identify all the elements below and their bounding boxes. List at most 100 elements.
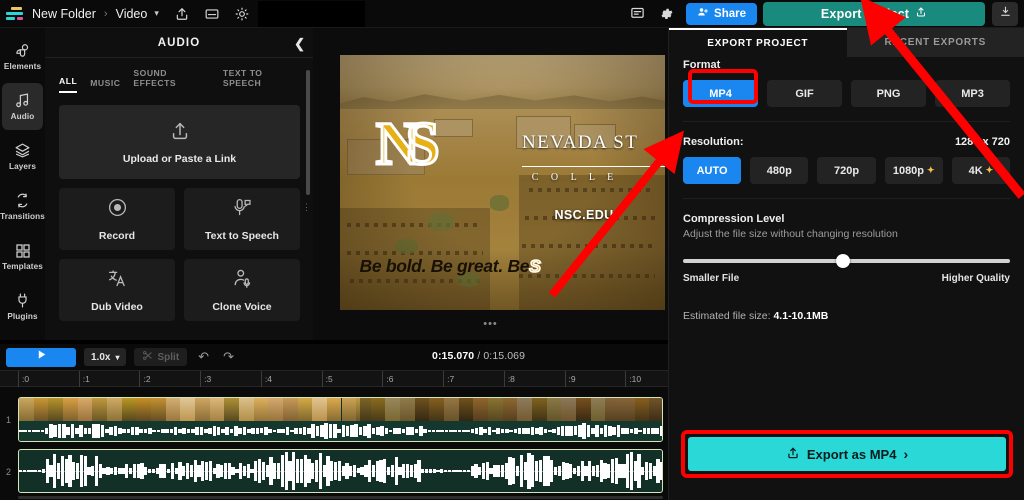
waveform-bar <box>384 427 389 435</box>
brightness-icon[interactable] <box>227 0 257 28</box>
chevron-down-icon[interactable]: ▾ <box>154 8 159 19</box>
estimated-file-size: Estimated file size: 4.1-10.1MB <box>683 310 1010 322</box>
resolution-auto[interactable]: AUTO <box>683 157 742 184</box>
format-png[interactable]: PNG <box>851 80 926 107</box>
waveform-bar <box>311 462 315 480</box>
waveform-bar <box>487 427 492 435</box>
sidebar-item-transitions[interactable]: Transitions <box>0 183 45 230</box>
ruler-tick: :2 <box>139 371 151 388</box>
tab-text-to-speech[interactable]: TEXT TO SPEECH <box>223 68 301 93</box>
clone-voice-button[interactable]: Clone Voice <box>184 259 300 321</box>
waveform-bar <box>320 425 324 437</box>
tab-music[interactable]: MUSIC <box>90 78 120 93</box>
waveform-bar <box>375 461 379 481</box>
resolution-720p[interactable]: 720p <box>817 157 876 184</box>
export-project-button[interactable]: Export Project <box>763 1 985 26</box>
waveform-bar <box>398 466 402 476</box>
waveform-bar <box>91 465 95 477</box>
overlay-tagline: Be bold. Be great. BeS <box>359 256 542 278</box>
chevron-left-icon[interactable]: ❮ <box>294 36 305 52</box>
play-button[interactable] <box>6 347 76 367</box>
sidebar-item-layers[interactable]: Layers <box>2 133 43 180</box>
waveform-bar <box>135 427 139 435</box>
person-mic-icon <box>232 268 253 294</box>
gear-icon[interactable] <box>652 0 682 28</box>
waveform-bar <box>641 466 645 476</box>
breadcrumb-folder[interactable]: New Folder <box>30 7 98 21</box>
waveform-bar <box>337 428 341 434</box>
download-button[interactable] <box>992 1 1018 26</box>
dub-video-button[interactable]: Dub Video <box>59 259 175 321</box>
tab-all[interactable]: ALL <box>59 76 78 93</box>
text-to-speech-button[interactable]: Text to Speech <box>184 188 300 250</box>
waveform-bar <box>352 464 357 478</box>
comment-icon[interactable] <box>622 0 652 28</box>
sidebar-item-label: Layers <box>8 162 36 171</box>
waveform-bar <box>288 461 292 481</box>
panel-resize-handle[interactable]: ⋮ <box>302 203 311 212</box>
chevron-right-icon: › <box>903 446 909 462</box>
timeline-audio-clip[interactable] <box>18 449 663 493</box>
format-mp3[interactable]: MP3 <box>935 80 1010 107</box>
current-time: 0:15.070 <box>432 350 475 362</box>
waveform-bar <box>424 469 429 473</box>
upload-card-label: Upload or Paste a Link <box>122 152 237 165</box>
record-button[interactable]: Record <box>59 188 175 250</box>
waveform-bar <box>265 465 269 477</box>
app-logo[interactable] <box>0 0 30 28</box>
waveform-bar <box>152 429 156 433</box>
waveform-bar <box>239 462 243 480</box>
tab-export-project[interactable]: EXPORT PROJECT <box>669 28 847 57</box>
undo-icon[interactable]: ↶ <box>195 349 212 365</box>
upload-or-paste-link-card[interactable]: Upload or Paste a Link <box>59 105 300 179</box>
timeline-horizontal-scrollbar[interactable] <box>18 496 663 499</box>
resolution-1080p[interactable]: 1080p ✦ <box>884 157 943 184</box>
playback-speed-select[interactable]: 1.0x ▾ <box>84 348 127 366</box>
waveform-bar <box>642 428 647 434</box>
preview-more-options[interactable]: ••• <box>483 318 498 330</box>
sidebar-item-elements[interactable]: Elements <box>2 33 43 80</box>
tab-recent-exports[interactable]: RECENT EXPORTS <box>846 28 1024 57</box>
subtitle-icon[interactable] <box>197 0 227 28</box>
sidebar-item-templates[interactable]: Templates <box>2 233 43 280</box>
split-button[interactable]: Split <box>134 348 188 366</box>
resolution-480p[interactable]: 480p <box>750 157 809 184</box>
waveform-bar <box>371 464 376 478</box>
waveform-bar <box>129 467 133 475</box>
format-gif[interactable]: GIF <box>767 80 842 107</box>
audio-panel: AUDIO ❮ ALL MUSIC SOUND EFFECTS TEXT TO … <box>45 28 313 340</box>
audio-panel-scrollbar[interactable] <box>306 70 310 195</box>
waveform-bar <box>489 467 493 475</box>
compression-slider[interactable] <box>683 254 1010 268</box>
waveform-bar <box>251 428 255 434</box>
resolution-4k[interactable]: 4K ✦ <box>951 157 1011 184</box>
waveform-bar <box>543 428 548 434</box>
ruler-tick: :9 <box>564 371 576 388</box>
slider-knob[interactable] <box>836 254 851 268</box>
divider <box>683 121 1010 122</box>
tab-sound-effects[interactable]: SOUND EFFECTS <box>133 68 209 93</box>
share-button[interactable]: Share <box>686 2 757 25</box>
waveform-bar <box>603 462 607 480</box>
sidebar-item-plugins[interactable]: Plugins <box>2 283 43 330</box>
waveform-bar <box>144 466 148 475</box>
waveform-bar <box>428 468 432 474</box>
share-upload-icon[interactable] <box>167 0 197 28</box>
clip-thumbnail <box>165 398 181 423</box>
format-mp4[interactable]: MP4 <box>683 80 758 107</box>
breadcrumb-project[interactable]: Video <box>114 7 150 21</box>
clip-thumbnail <box>136 398 151 423</box>
waveform-bar <box>30 469 34 473</box>
waveform-bar <box>451 470 455 472</box>
redo-icon[interactable]: ↷ <box>220 349 237 365</box>
share-label: Share <box>714 7 746 20</box>
timeline-video-clip[interactable] <box>18 397 663 442</box>
video-canvas[interactable]: NS NEVADA ST C O L L E NSC.EDU Be bold. … <box>340 55 665 310</box>
waveform-bar <box>126 428 131 434</box>
sidebar-item-audio[interactable]: Audio <box>2 83 43 130</box>
timeline-ruler[interactable]: :0:1:2:3:4:5:6:7:8:9:10 <box>0 370 668 388</box>
waveform-bar <box>109 427 113 435</box>
waveform-bar <box>565 425 569 437</box>
waveform-bar <box>556 427 561 435</box>
export-as-mp4-button[interactable]: Export as MP4 › <box>688 437 1006 471</box>
